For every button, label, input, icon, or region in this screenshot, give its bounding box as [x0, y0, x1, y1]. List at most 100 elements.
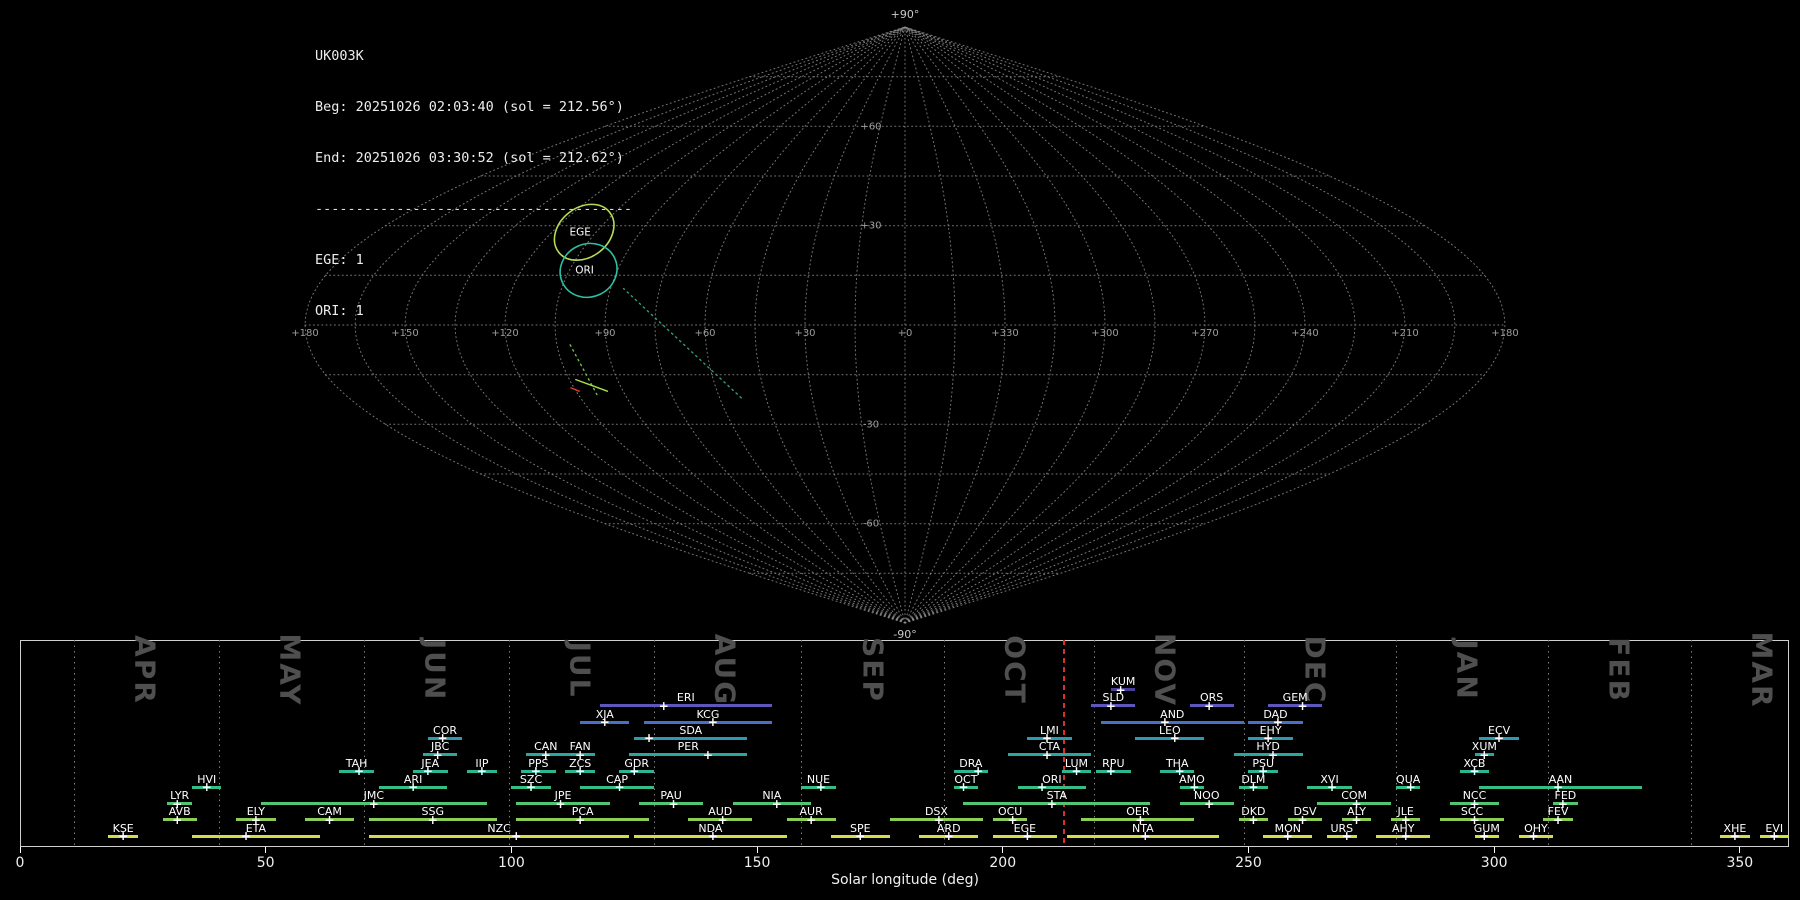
peak-marker-oct: + [958, 780, 969, 795]
month-boundary-aug [653, 640, 655, 847]
x-tick [1493, 847, 1495, 853]
x-tick-label: 150 [743, 855, 771, 871]
peak-marker-ely: + [250, 812, 261, 827]
peak-marker-dad: + [1272, 715, 1283, 730]
peak-marker-nda: + [707, 829, 718, 844]
peak-marker-aud: + [717, 812, 728, 827]
peak-marker-sld: + [1105, 698, 1116, 713]
peak-marker-qua: + [1405, 780, 1416, 795]
peak-marker-rpu: + [1105, 764, 1116, 778]
pole-label-north: +90° [891, 8, 920, 21]
peak-marker-lum: + [1071, 764, 1082, 778]
peak-marker-eta: + [241, 829, 252, 844]
peak-marker-dsx: + [933, 812, 944, 827]
x-tick [265, 847, 267, 853]
month-label-jan: JAN [1450, 639, 1484, 701]
peak-marker-jmc: + [368, 796, 379, 811]
peak-marker-ssg: + [427, 812, 438, 827]
x-tick [1002, 847, 1004, 853]
peak-marker-xum: + [1479, 747, 1490, 762]
peak-marker-xja: + [599, 715, 610, 730]
peak-marker-and: + [1159, 715, 1170, 730]
lat-label: -30 [863, 419, 879, 430]
peak-marker-hyd: + [1268, 747, 1279, 762]
x-tick-label: 300 [1480, 855, 1508, 871]
peak-marker-cta: + [1041, 747, 1053, 762]
peak-marker-xcb: + [1469, 764, 1480, 778]
x-tick-label: 50 [256, 855, 275, 871]
grid-meridian [904, 26, 1156, 624]
activity-chart: Solar longitude (deg) APR MAY JUN JUL AUG SEP… [0, 631, 1800, 900]
month-label-oct: OCT [998, 635, 1032, 705]
peak-marker-ori: + [1037, 780, 1048, 795]
peak-marker-nzc: + [511, 829, 522, 844]
lon-label: +210 [1391, 328, 1418, 339]
x-tick [19, 847, 21, 853]
peak-marker-lyr: + [172, 796, 183, 811]
month-boundary-jun [363, 640, 365, 847]
sky-map: +90°-90°+60+30-30-60+180 +150 +120 +90 +60 +3… [291, 8, 1518, 640]
meteor-track-solid [575, 378, 609, 392]
peak-marker-ecv: + [1494, 731, 1505, 746]
month-label-apr: APR [128, 635, 162, 705]
peak-marker-sda: + [643, 731, 654, 746]
peak-marker-avb: + [172, 812, 183, 827]
x-tick [1739, 847, 1741, 853]
peak-marker-mon: + [1282, 829, 1293, 844]
peak-marker-cam: + [324, 812, 335, 827]
peak-marker-szc: + [526, 780, 537, 795]
x-tick-label: 100 [498, 855, 525, 871]
peak-marker-jbc: + [432, 747, 443, 762]
x-tick [1247, 847, 1249, 853]
peak-marker-hvi: + [201, 780, 212, 795]
month-label-may: MAY [273, 633, 307, 707]
peak-marker-leo: + [1169, 731, 1180, 746]
lat-label: -60 [863, 519, 879, 530]
lon-label: +180 [1491, 328, 1518, 339]
x-tick-label: 0 [15, 855, 25, 871]
month-boundary-nov [1093, 640, 1095, 847]
peak-marker-tha: + [1174, 764, 1185, 778]
peak-marker-dra: + [973, 764, 984, 778]
peak-marker-kum: + [1115, 682, 1126, 697]
peak-marker-ari: + [408, 780, 419, 795]
pole-label-south: -90° [893, 628, 916, 640]
peak-marker-kse: + [118, 829, 129, 844]
peak-marker-gdr: + [629, 764, 640, 778]
lat-label: +30 [860, 221, 881, 232]
peak-marker-tah: + [354, 764, 365, 778]
x-tick-label: 200 [989, 855, 1017, 871]
shower-label-per: PER [677, 740, 699, 754]
peak-marker-per: + [702, 747, 713, 762]
peak-marker-evi: + [1769, 829, 1780, 844]
ori-trail-dotted [622, 287, 742, 399]
shower-label-eri: ERI [676, 691, 695, 705]
peak-marker-aan: + [1553, 780, 1564, 795]
peak-marker-com: + [1351, 796, 1362, 811]
month-label-nov: NOV [1148, 632, 1182, 708]
x-tick [510, 847, 512, 853]
peak-marker-ard: + [943, 829, 954, 844]
peak-marker-fed: + [1557, 796, 1568, 811]
peak-marker-fan: + [575, 747, 586, 762]
lon-label: +30 [794, 328, 815, 339]
shower-bar-eri [599, 704, 772, 708]
peak-marker-xhe: + [1729, 829, 1740, 844]
x-axis-title: Solar longitude (deg) [831, 872, 979, 888]
peak-marker-pps: + [530, 764, 541, 778]
month-label-mar: MAR [1745, 631, 1779, 709]
peak-marker-fev: + [1553, 812, 1564, 827]
shower-bar-eta [191, 834, 320, 838]
peak-marker-iip: + [476, 764, 487, 778]
peak-marker-urs: + [1341, 829, 1352, 844]
peak-marker-nue: + [815, 780, 826, 795]
lon-label: +300 [1091, 328, 1118, 339]
peak-marker-ahy: + [1400, 829, 1411, 844]
month-label-jul: JUL [563, 641, 597, 699]
shower-label-sda: SDA [679, 723, 703, 737]
month-label-jun: JUN [418, 638, 452, 702]
peak-marker-scc: + [1469, 812, 1480, 827]
month-boundary-apr [74, 640, 76, 847]
shower-label-nzc: NZC [487, 821, 511, 835]
lon-label: +270 [1191, 328, 1218, 339]
